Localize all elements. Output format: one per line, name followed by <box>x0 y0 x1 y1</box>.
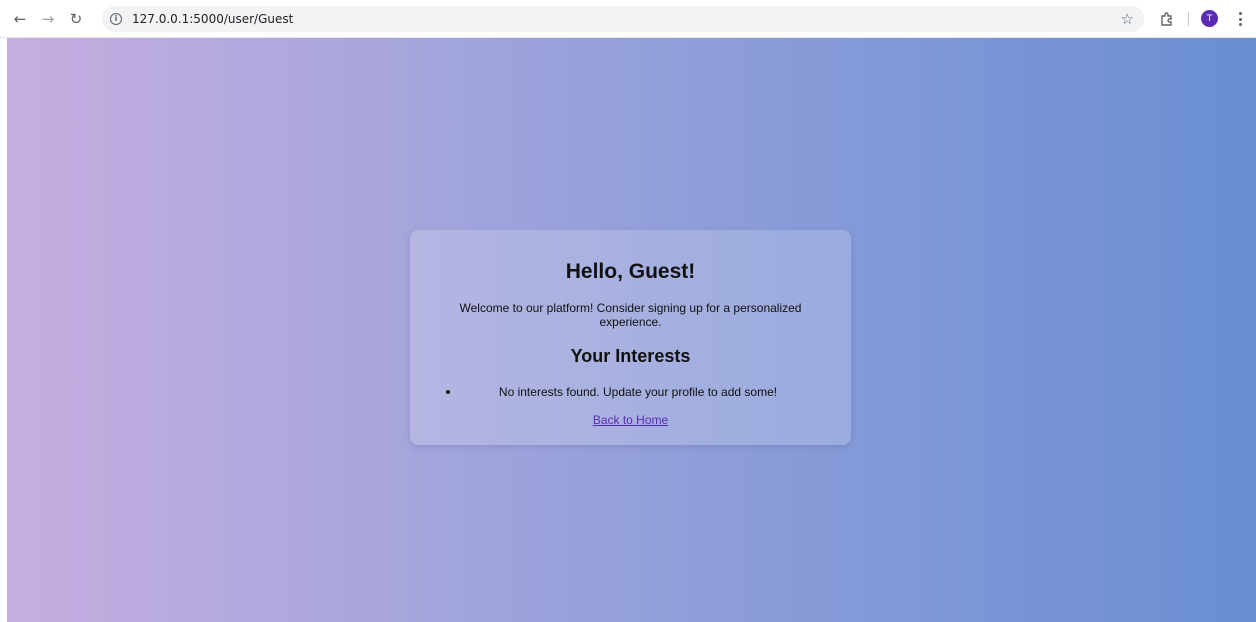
address-bar[interactable]: i 127.0.0.1:5000/user/Guest ☆ <box>102 6 1144 32</box>
arrow-right-icon: → <box>41 9 55 28</box>
welcome-message: Welcome to our platform! Consider signin… <box>459 301 802 329</box>
arrow-left-icon: ← <box>13 9 27 28</box>
profile-card: Hello, Guest! Welcome to our platform! C… <box>410 230 851 445</box>
info-icon[interactable]: i <box>110 13 122 25</box>
list-item: No interests found. Update your profile … <box>446 385 826 399</box>
page-background: Hello, Guest! Welcome to our platform! C… <box>7 38 1256 622</box>
toolbar-divider <box>1188 12 1189 26</box>
star-icon[interactable]: ☆ <box>1121 10 1134 28</box>
interest-text: No interests found. Update your profile … <box>498 385 778 399</box>
interests-heading: Your Interests <box>570 346 691 366</box>
interests-list: No interests found. Update your profile … <box>446 385 826 399</box>
reload-button[interactable]: ↻ <box>62 5 90 33</box>
browser-toolbar: ← → ↻ i 127.0.0.1:5000/user/Guest ☆ T <box>0 0 1256 38</box>
kebab-menu-icon[interactable] <box>1232 9 1248 29</box>
profile-avatar[interactable]: T <box>1201 10 1218 27</box>
forward-button[interactable]: → <box>34 5 62 33</box>
back-button[interactable]: ← <box>6 5 34 33</box>
url-text[interactable]: 127.0.0.1:5000/user/Guest <box>132 12 293 26</box>
puzzle-icon <box>1161 12 1172 26</box>
extensions-button[interactable] <box>1156 8 1178 30</box>
reload-icon: ↻ <box>69 9 83 28</box>
back-to-home-link[interactable]: Back to Home <box>410 413 851 427</box>
greeting-heading: Hello, Guest! <box>565 260 696 283</box>
